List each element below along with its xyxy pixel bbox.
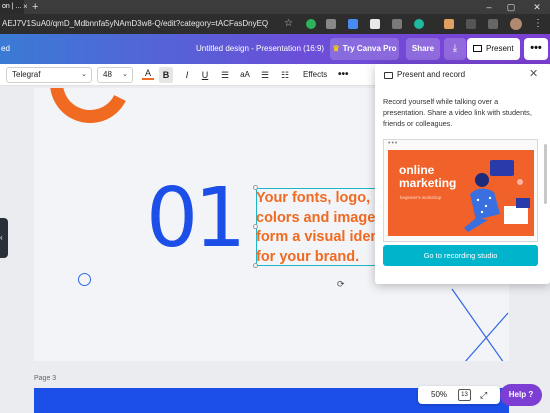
extension-g-icon[interactable] xyxy=(414,19,424,29)
share-button[interactable]: Share xyxy=(406,38,440,60)
document-title[interactable]: Untitled design - Presentation (16:9) xyxy=(196,34,324,64)
bold-button[interactable]: B xyxy=(159,67,173,83)
camera-icon xyxy=(384,72,393,79)
maximize-icon[interactable]: ▢ xyxy=(502,0,520,14)
chevron-down-icon: ⌄ xyxy=(122,71,128,78)
try-pro-label: Try Canva Pro xyxy=(342,44,397,53)
resize-handle[interactable] xyxy=(253,263,258,268)
extension-dark-icon[interactable] xyxy=(488,19,498,29)
person-illustration xyxy=(464,160,530,232)
font-size-value: 48 xyxy=(103,70,112,79)
zoom-controls: 50% 13 ⤢ xyxy=(418,386,500,404)
window-close-icon[interactable]: ✕ xyxy=(528,0,546,14)
font-size-select[interactable]: 48 ⌄ xyxy=(97,67,133,83)
try-canva-pro-button[interactable]: ♛ Try Canva Pro xyxy=(330,38,399,60)
preview-card: ••• online marketing beginner's workshop xyxy=(383,139,538,242)
download-icon: ⤓ xyxy=(452,43,458,54)
text-color-button[interactable]: A xyxy=(142,67,154,80)
font-family-select[interactable]: Telegraf ⌄ xyxy=(6,67,92,83)
page-count-button[interactable]: 13 xyxy=(458,389,471,401)
preview-subtitle: beginner's workshop xyxy=(400,195,442,200)
panel-scrollbar[interactable] xyxy=(544,144,547,204)
present-icon xyxy=(473,45,482,52)
profile-avatar[interactable] xyxy=(510,18,522,30)
blue-cross-lines[interactable] xyxy=(444,283,509,361)
crown-icon: ♛ xyxy=(332,44,340,53)
underline-button[interactable]: U xyxy=(200,67,210,83)
align-left-icon[interactable]: ☰ xyxy=(219,67,231,83)
resize-handle[interactable] xyxy=(253,185,258,190)
google-drive-icon[interactable] xyxy=(348,19,358,29)
orange-arc-shape[interactable] xyxy=(50,88,130,138)
go-to-recording-studio-button[interactable]: Go to recording studio xyxy=(383,245,538,266)
more-options-button[interactable]: ••• xyxy=(524,38,548,60)
editor-header: ed Untitled design - Presentation (16:9)… xyxy=(0,34,550,64)
rotate-icon[interactable]: ⟳ xyxy=(337,279,345,290)
extension-orange-icon[interactable] xyxy=(444,19,454,29)
browser-tab-bar: on | ... × + – ▢ ✕ xyxy=(0,0,550,14)
present-and-record-panel: Present and record ✕ Record yourself whi… xyxy=(375,64,550,284)
zoom-level[interactable]: 50% xyxy=(431,386,447,404)
slide-number[interactable]: 01 xyxy=(146,178,246,260)
preview-title: online marketing xyxy=(399,163,457,190)
panel-title: Present and record xyxy=(397,70,466,79)
chevron-down-icon: ⌄ xyxy=(81,71,87,78)
blue-ring-shape[interactable] xyxy=(78,273,91,286)
extension-green-icon[interactable] xyxy=(306,19,316,29)
preview-dots: ••• xyxy=(388,140,399,147)
browser-menu-icon[interactable]: ⋮ xyxy=(533,14,543,34)
help-button[interactable]: Help ? xyxy=(500,384,542,406)
close-icon[interactable]: ✕ xyxy=(529,67,538,80)
minimize-icon[interactable]: – xyxy=(480,0,498,14)
fullscreen-icon[interactable]: ⤢ xyxy=(480,386,487,404)
browser-tab[interactable]: on | ... xyxy=(0,0,24,14)
download-button[interactable]: ⤓ xyxy=(444,38,466,60)
font-family-value: Telegraf xyxy=(12,70,41,79)
side-panel-toggle[interactable]: ‹ xyxy=(0,218,8,258)
letter-case-button[interactable]: aA xyxy=(238,67,252,83)
page-3-label: Page 3 xyxy=(34,375,57,382)
present-label: Present xyxy=(486,44,514,53)
header-left-fragment[interactable]: ed xyxy=(0,34,10,64)
extension-white-icon[interactable] xyxy=(370,19,380,29)
chevron-left-icon: ‹ xyxy=(0,233,3,242)
bookmark-star-icon[interactable]: ☆ xyxy=(284,14,293,34)
new-tab-icon[interactable]: + xyxy=(32,0,38,14)
resize-handle[interactable] xyxy=(253,224,258,229)
url-field[interactable]: AEJ7V1SuA0/qmD_Mdbnnfa5yNAmD3w8-Q/edit?c… xyxy=(0,14,270,34)
toolbar-more-button[interactable]: ••• xyxy=(338,67,349,83)
tab-close-icon[interactable]: × xyxy=(23,0,28,14)
present-button[interactable]: Present xyxy=(467,38,520,60)
address-bar: AEJ7V1SuA0/qmD_Mdbnnfa5yNAmD3w8-Q/edit?c… xyxy=(0,14,550,34)
panel-description: Record yourself while talking over a pre… xyxy=(383,97,532,128)
extensions-puzzle-icon[interactable] xyxy=(466,19,476,29)
spacing-icon[interactable]: ☷ xyxy=(279,67,291,83)
italic-button[interactable]: I xyxy=(182,67,192,83)
effects-button[interactable]: Effects xyxy=(303,67,327,83)
browser-tab-title: on | ... xyxy=(2,3,22,10)
list-icon[interactable]: ☰ xyxy=(259,67,271,83)
presentation-preview-image: online marketing beginner's workshop xyxy=(388,150,534,236)
extension-grey-icon[interactable] xyxy=(326,19,336,29)
extension-s-icon[interactable] xyxy=(392,19,402,29)
